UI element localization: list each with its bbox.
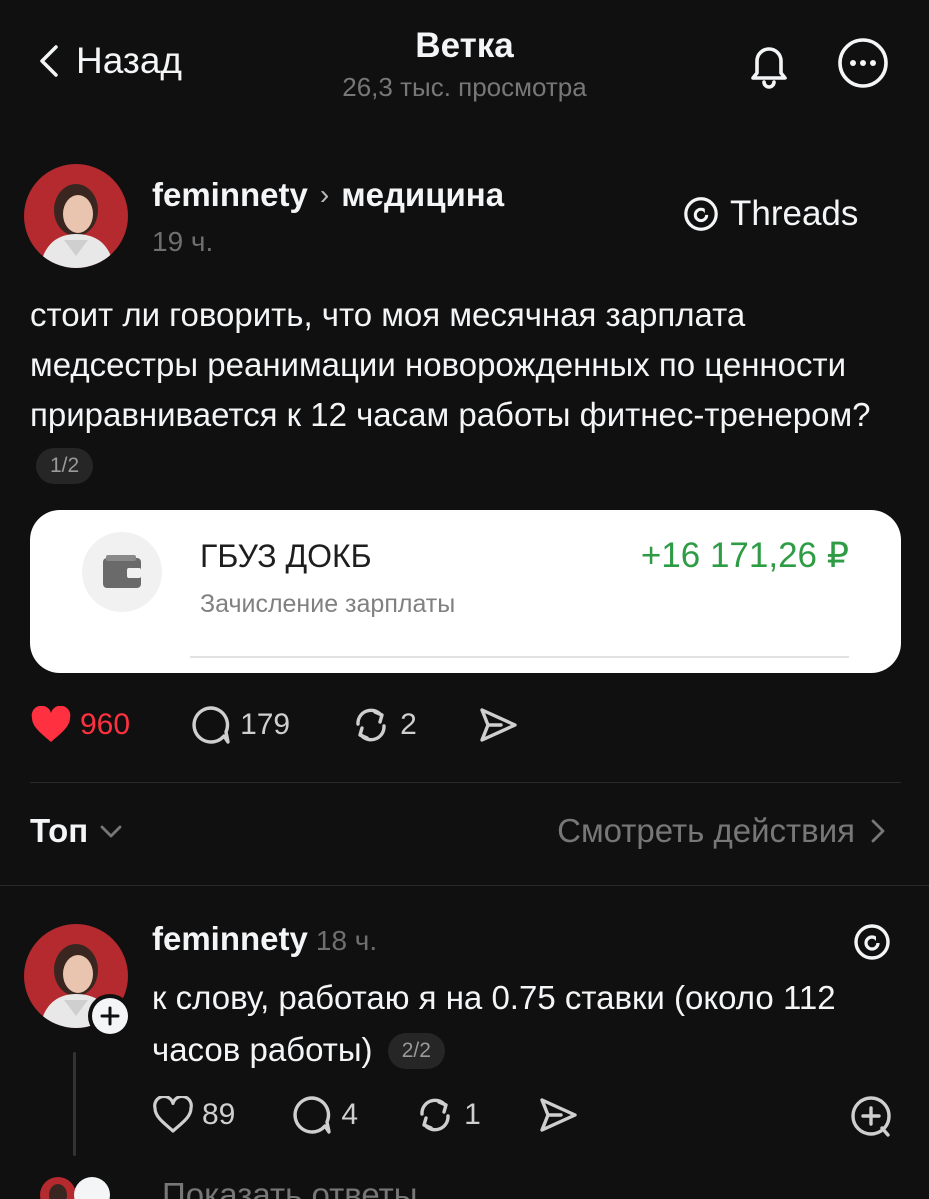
transaction-card[interactable]: ГБУЗ ДОКБ Зачисление зарплаты +16 171,26… [30,510,901,673]
reply-author[interactable]: feminnety [152,920,308,957]
repost-icon [356,708,386,742]
share-button[interactable] [537,1094,579,1136]
wallet-icon [82,532,162,612]
header: Назад Ветка 26,3 тыс. просмотра [0,0,929,130]
transaction-amount: +16 171,26 ₽ [640,536,849,575]
comment-icon [192,706,230,744]
sort-label: Топ [30,812,89,849]
bell-icon[interactable] [742,36,796,90]
reply-body: к слову, работаю я на 0.75 ставки (около… [152,979,836,1068]
like-button[interactable]: 960 [30,706,130,744]
chevron-right-icon: › [319,179,330,210]
threads-logo-icon [854,924,890,960]
divider [0,885,929,886]
author-name[interactable]: feminnety [152,176,308,214]
repost-icon [420,1098,450,1132]
threads-logo-icon [684,197,718,231]
transaction-name: ГБУЗ ДОКБ [200,538,372,574]
repost-count: 1 [464,1098,481,1131]
comment-count: 179 [240,708,291,741]
post-text: стоит ли говорить, что моя месячная зарп… [30,290,890,490]
post-time: 19 ч. [152,226,214,257]
mini-avatar [40,1177,76,1199]
thread-line [73,1052,76,1156]
chevron-right-icon [871,819,885,843]
card-divider [190,656,849,658]
heart-icon [153,1096,193,1133]
threads-label: Threads [730,194,859,233]
divider [30,782,901,783]
view-activity-link[interactable]: Смотреть действия [557,812,887,850]
view-activity-label: Смотреть действия [557,812,855,849]
repost-count: 2 [400,708,417,741]
add-comment-icon[interactable] [848,1094,894,1140]
plus-icon [100,1006,120,1026]
reply-time: 18 ч. [315,925,378,956]
sort-dropdown[interactable]: Топ [30,812,124,850]
comment-button[interactable]: 4 [291,1094,358,1136]
transaction-description: Зачисление зарплаты [200,590,456,618]
send-icon [480,708,517,742]
reply-pager: 2/2 [387,1033,445,1069]
heart-icon [31,706,71,742]
post-body: стоит ли говорить, что моя месячная зарп… [30,296,871,433]
send-icon [540,1098,577,1132]
comment-count: 4 [341,1098,359,1131]
share-button[interactable] [477,704,519,746]
show-replies-label: Показать ответы [162,1176,418,1199]
comment-button[interactable]: 179 [190,704,290,746]
plus-icon [74,1177,110,1199]
reply-text: к слову, работаю я на 0.75 ставки (около… [152,972,852,1076]
repost-button[interactable]: 2 [350,704,417,746]
more-icon[interactable] [836,36,890,90]
topic-tag[interactable]: медицина [341,176,504,214]
post-author-line: feminnety › медицина [152,176,504,214]
like-button[interactable]: 89 [152,1096,235,1134]
post-actions: 960 179 2 [30,704,519,746]
follow-button[interactable] [88,994,132,1038]
like-count: 960 [80,708,131,741]
post-pager: 1/2 [36,448,94,484]
reply-actions: 89 4 1 [152,1094,579,1136]
comment-icon [293,1096,332,1134]
reply-author-line: feminnety 18 ч. [152,920,377,958]
threads-badge: Threads [682,194,858,234]
like-count: 89 [202,1098,236,1131]
repost-button[interactable]: 1 [414,1094,481,1136]
show-replies-link[interactable]: Показать ответы [40,1176,417,1199]
avatar[interactable] [24,164,128,268]
chevron-down-icon [100,825,122,838]
